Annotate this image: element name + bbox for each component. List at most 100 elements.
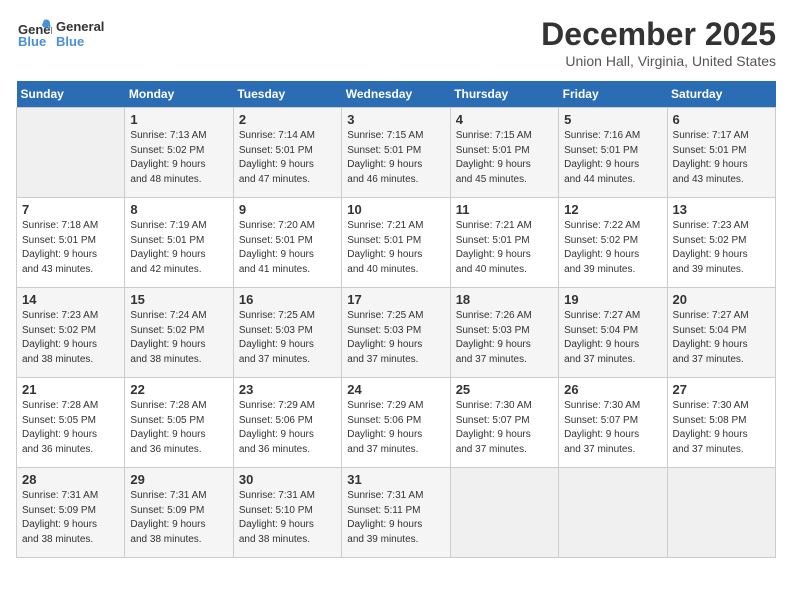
day-cell: 8 Sunrise: 7:19 AM Sunset: 5:01 PM Daylig… <box>125 198 233 288</box>
day-info: Sunrise: 7:30 AM Sunset: 5:07 PM Dayligh… <box>456 399 553 457</box>
day-info: Sunrise: 7:15 AM Sunset: 5:01 PM Dayligh… <box>456 129 553 187</box>
week-row: 28 Sunrise: 7:31 AM Sunset: 5:09 PM Dayli… <box>17 468 776 558</box>
day-number: 27 <box>673 382 770 397</box>
day-number: 4 <box>456 112 553 127</box>
day-info: Sunrise: 7:26 AM Sunset: 5:03 PM Dayligh… <box>456 309 553 367</box>
day-cell: 17 Sunrise: 7:25 AM Sunset: 5:03 PM Dayli… <box>342 288 450 378</box>
day-number: 9 <box>239 202 336 217</box>
day-number: 6 <box>673 112 770 127</box>
day-number: 17 <box>347 292 444 307</box>
day-info: Sunrise: 7:24 AM Sunset: 5:02 PM Dayligh… <box>130 309 227 367</box>
day-number: 23 <box>239 382 336 397</box>
day-number: 13 <box>673 202 770 217</box>
day-info: Sunrise: 7:13 AM Sunset: 5:02 PM Dayligh… <box>130 129 227 187</box>
day-info: Sunrise: 7:22 AM Sunset: 5:02 PM Dayligh… <box>564 219 661 277</box>
day-cell <box>559 468 667 558</box>
day-info: Sunrise: 7:19 AM Sunset: 5:01 PM Dayligh… <box>130 219 227 277</box>
day-number: 2 <box>239 112 336 127</box>
day-info: Sunrise: 7:25 AM Sunset: 5:03 PM Dayligh… <box>347 309 444 367</box>
day-number: 28 <box>22 472 119 487</box>
day-number: 10 <box>347 202 444 217</box>
calendar-body: 1 Sunrise: 7:13 AM Sunset: 5:02 PM Daylig… <box>17 108 776 558</box>
day-cell: 6 Sunrise: 7:17 AM Sunset: 5:01 PM Daylig… <box>667 108 775 198</box>
page-header: General Blue General Blue December 2025 … <box>16 16 776 69</box>
day-number: 14 <box>22 292 119 307</box>
day-number: 8 <box>130 202 227 217</box>
day-cell: 25 Sunrise: 7:30 AM Sunset: 5:07 PM Dayli… <box>450 378 558 468</box>
week-row: 14Sunrise: 7:23 AM Sunset: 5:02 PM Dayli… <box>17 288 776 378</box>
day-info: Sunrise: 7:28 AM Sunset: 5:05 PM Dayligh… <box>130 399 227 457</box>
day-cell: 26 Sunrise: 7:30 AM Sunset: 5:07 PM Dayli… <box>559 378 667 468</box>
day-number: 29 <box>130 472 227 487</box>
day-cell: 28 Sunrise: 7:31 AM Sunset: 5:09 PM Dayli… <box>17 468 125 558</box>
day-number: 21 <box>22 382 119 397</box>
day-number: 5 <box>564 112 661 127</box>
day-cell <box>667 468 775 558</box>
day-cell: 4 Sunrise: 7:15 AM Sunset: 5:01 PM Daylig… <box>450 108 558 198</box>
day-cell: 11Sunrise: 7:21 AM Sunset: 5:01 PM Dayli… <box>450 198 558 288</box>
day-number: 20 <box>673 292 770 307</box>
day-cell <box>450 468 558 558</box>
day-cell: 7 Sunrise: 7:18 AM Sunset: 5:01 PM Daylig… <box>17 198 125 288</box>
day-cell: 18 Sunrise: 7:26 AM Sunset: 5:03 PM Dayli… <box>450 288 558 378</box>
header-cell-sunday: Sunday <box>17 81 125 108</box>
day-number: 22 <box>130 382 227 397</box>
day-info: Sunrise: 7:18 AM Sunset: 5:01 PM Dayligh… <box>22 219 119 277</box>
day-cell: 1 Sunrise: 7:13 AM Sunset: 5:02 PM Daylig… <box>125 108 233 198</box>
logo-icon: General Blue <box>16 16 52 52</box>
header-cell-monday: Monday <box>125 81 233 108</box>
day-info: Sunrise: 7:30 AM Sunset: 5:07 PM Dayligh… <box>564 399 661 457</box>
day-cell: 21Sunrise: 7:28 AM Sunset: 5:05 PM Dayli… <box>17 378 125 468</box>
day-info: Sunrise: 7:29 AM Sunset: 5:06 PM Dayligh… <box>347 399 444 457</box>
day-cell: 20 Sunrise: 7:27 AM Sunset: 5:04 PM Dayli… <box>667 288 775 378</box>
day-cell: 12 Sunrise: 7:22 AM Sunset: 5:02 PM Dayli… <box>559 198 667 288</box>
day-info: Sunrise: 7:14 AM Sunset: 5:01 PM Dayligh… <box>239 129 336 187</box>
day-number: 7 <box>22 202 119 217</box>
month-title: December 2025 <box>541 16 776 53</box>
day-cell: 16Sunrise: 7:25 AM Sunset: 5:03 PM Dayli… <box>233 288 341 378</box>
logo-text-general: General <box>56 19 104 34</box>
day-cell: 31Sunrise: 7:31 AM Sunset: 5:11 PM Dayli… <box>342 468 450 558</box>
day-number: 26 <box>564 382 661 397</box>
svg-text:Blue: Blue <box>18 34 46 49</box>
week-row: 1 Sunrise: 7:13 AM Sunset: 5:02 PM Daylig… <box>17 108 776 198</box>
day-number: 12 <box>564 202 661 217</box>
week-row: 7 Sunrise: 7:18 AM Sunset: 5:01 PM Daylig… <box>17 198 776 288</box>
week-row: 21 Sunrise: 7:28 AM Sunset: 5:05 PM Dayli… <box>17 378 776 468</box>
day-cell: 27 Sunrise: 7:30 AM Sunset: 5:08 PM Dayli… <box>667 378 775 468</box>
day-cell: 2 Sunrise: 7:14 AM Sunset: 5:01 PM Daylig… <box>233 108 341 198</box>
day-cell: 5 Sunrise: 7:16 AM Sunset: 5:01 PM Daylig… <box>559 108 667 198</box>
day-cell: 29Sunrise: 7:31 AM Sunset: 5:09 PM Dayli… <box>125 468 233 558</box>
calendar-header: SundayMondayTuesdayWednesdayThursdayFrid… <box>17 81 776 108</box>
day-info: Sunrise: 7:23 AM Sunset: 5:02 PM Dayligh… <box>673 219 770 277</box>
day-cell: 14Sunrise: 7:23 AM Sunset: 5:02 PM Dayli… <box>17 288 125 378</box>
day-number: 1 <box>130 112 227 127</box>
header-cell-wednesday: Wednesday <box>342 81 450 108</box>
day-info: Sunrise: 7:27 AM Sunset: 5:04 PM Dayligh… <box>564 309 661 367</box>
day-info: Sunrise: 7:21 AM Sunset: 5:01 PM Dayligh… <box>347 219 444 277</box>
day-info: Sunrise: 7:17 AM Sunset: 5:01 PM Dayligh… <box>673 129 770 187</box>
header-cell-thursday: Thursday <box>450 81 558 108</box>
header-cell-saturday: Saturday <box>667 81 775 108</box>
day-info: Sunrise: 7:27 AM Sunset: 5:04 PM Dayligh… <box>673 309 770 367</box>
day-number: 30 <box>239 472 336 487</box>
day-number: 19 <box>564 292 661 307</box>
day-cell: 19 Sunrise: 7:27 AM Sunset: 5:04 PM Dayli… <box>559 288 667 378</box>
calendar-table: SundayMondayTuesdayWednesdayThursdayFrid… <box>16 81 776 558</box>
day-info: Sunrise: 7:16 AM Sunset: 5:01 PM Dayligh… <box>564 129 661 187</box>
day-info: Sunrise: 7:31 AM Sunset: 5:09 PM Dayligh… <box>22 489 119 547</box>
day-cell: 30 Sunrise: 7:31 AM Sunset: 5:10 PM Dayli… <box>233 468 341 558</box>
day-number: 18 <box>456 292 553 307</box>
day-info: Sunrise: 7:21 AM Sunset: 5:01 PM Dayligh… <box>456 219 553 277</box>
day-number: 25 <box>456 382 553 397</box>
day-info: Sunrise: 7:30 AM Sunset: 5:08 PM Dayligh… <box>673 399 770 457</box>
day-cell: 13 Sunrise: 7:23 AM Sunset: 5:02 PM Dayli… <box>667 198 775 288</box>
day-cell: 10 Sunrise: 7:21 AM Sunset: 5:01 PM Dayli… <box>342 198 450 288</box>
day-info: Sunrise: 7:15 AM Sunset: 5:01 PM Dayligh… <box>347 129 444 187</box>
day-info: Sunrise: 7:31 AM Sunset: 5:10 PM Dayligh… <box>239 489 336 547</box>
day-number: 3 <box>347 112 444 127</box>
day-number: 16 <box>239 292 336 307</box>
header-cell-tuesday: Tuesday <box>233 81 341 108</box>
day-cell: 22 Sunrise: 7:28 AM Sunset: 5:05 PM Dayli… <box>125 378 233 468</box>
header-row: SundayMondayTuesdayWednesdayThursdayFrid… <box>17 81 776 108</box>
